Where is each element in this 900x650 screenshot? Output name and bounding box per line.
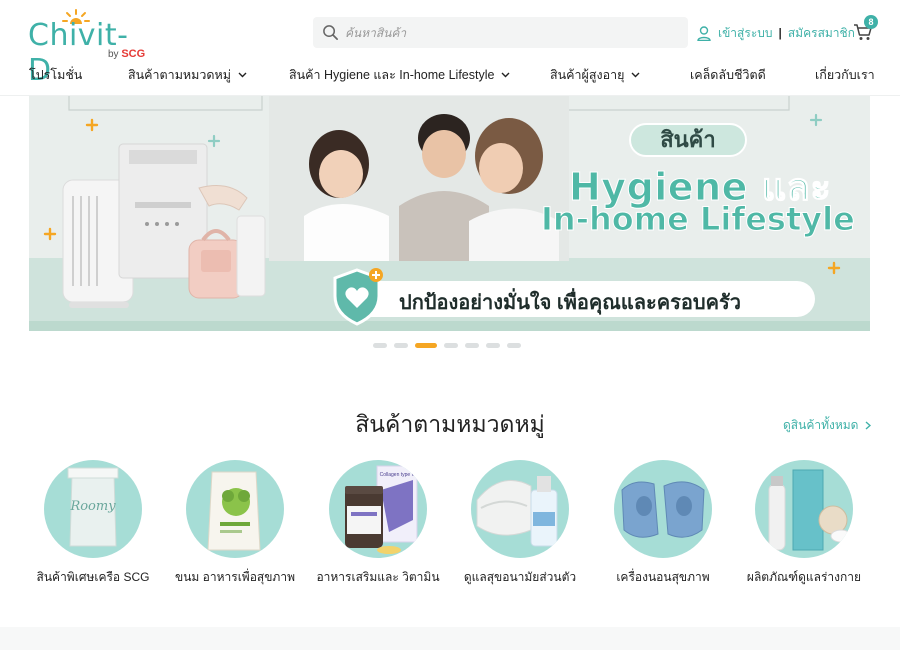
user-icon[interactable] [697,25,711,41]
chevron-down-icon [238,72,247,78]
search-bar [313,17,688,48]
category-label: สินค้าพิเศษเครือ SCG [36,570,150,584]
category-image: Roomy [44,460,142,558]
footer-band [0,627,900,650]
logo-byline: by SCG [108,48,145,60]
family-photo [269,96,569,261]
cart-count-badge: 8 [864,15,878,29]
nav-label: สินค้าตามหมวดหมู่ [128,68,232,82]
hero-banner[interactable]: สินค้า Hygiene และ In-home Lifestyle ปกป… [29,96,870,331]
carousel-dots [373,343,521,349]
humidifier-image [188,185,266,299]
chivit-d-logo[interactable]: Chivit-D by SCG [28,8,148,88]
category-image [614,460,712,558]
category-image [186,460,284,558]
chevron-down-icon [631,72,640,78]
nav-label: โปรโมชั่น [29,68,83,82]
nav-elderly[interactable]: สินค้าผู้สูงอายุ [550,65,640,85]
nav-about[interactable]: เกี่ยวกับเรา [815,65,875,85]
category-image [755,460,853,558]
nav-label: สินค้าผู้สูงอายุ [550,68,625,82]
site-header: Chivit-D by SCG เข้าสู่ระบบ | สมัครสมาชิ… [0,0,900,96]
carousel-dot[interactable] [444,343,458,348]
carousel-dot[interactable] [394,343,408,348]
logo-by: by [108,49,119,60]
account-links: เข้าสู่ระบบ | สมัครสมาชิก [697,23,855,43]
nav-promotions[interactable]: โปรโมชั่น [29,65,82,85]
category-scg-special[interactable]: Roomy สินค้าพิเศษเครือ SCG [23,458,163,588]
category-label: อาหารเสริมและ วิตามิน [316,570,440,584]
category-body-care[interactable]: ผลิตภัณฑ์ดูแลร่างกาย [734,458,874,588]
product-text: Collagen type II [380,472,415,478]
category-healthy-snacks[interactable]: ขนม อาหารเพื่อสุขภาพ [165,458,305,588]
main-nav: โปรโมชั่น สินค้าตามหมวดหมู่ สินค้า Hygie… [0,62,900,86]
shield-heart-icon [333,268,383,326]
see-all-link[interactable]: ดูสินค้าทั้งหมด [783,416,872,435]
category-image [471,460,569,558]
category-hygiene[interactable]: ดูแลสุขอนามัยส่วนตัว [450,458,590,588]
logo-company: SCG [121,48,146,60]
banner-title-line1: สินค้า [629,123,747,157]
search-input[interactable] [345,21,675,44]
category-label: ขนม อาหารเพื่อสุขภาพ [175,570,295,584]
account-separator: | [778,26,782,40]
product-text: Roomy [69,499,116,514]
chevron-right-icon [866,421,872,430]
nav-label: สินค้า Hygiene และ In-home Lifestyle [289,68,495,82]
nav-categories[interactable]: สินค้าตามหมวดหมู่ [128,65,247,85]
carousel-dot[interactable] [465,343,479,348]
nav-label: เกี่ยวกับเรา [815,68,875,82]
nav-label: เคล็ดลับชีวิตดี [690,68,766,82]
nav-tips[interactable]: เคล็ดลับชีวิตดี [690,65,766,85]
login-link[interactable]: เข้าสู่ระบบ [718,24,773,43]
carousel-dot[interactable] [486,343,500,348]
category-supplements[interactable]: Collagen type II อาหารเสริมและ วิตามิน [308,458,448,588]
see-all-label: ดูสินค้าทั้งหมด [783,418,859,432]
category-list: Roomy สินค้าพิเศษเครือ SCG ขนม อาหารเพื่… [0,458,900,588]
category-label: เครื่องนอนสุขภาพ [616,570,710,584]
chevron-down-icon [501,72,510,78]
banner-slogan: ปกป้องอย่างมั่นใจ เพื่อคุณและครอบครัว [399,292,741,314]
search-icon[interactable] [322,24,339,41]
category-image: Collagen type II [329,460,427,558]
nav-hygiene[interactable]: สินค้า Hygiene และ In-home Lifestyle [289,65,510,85]
category-label: ผลิตภัณฑ์ดูแลร่างกาย [746,570,862,584]
carousel-dot[interactable] [373,343,387,348]
carousel-dot[interactable] [507,343,521,348]
carousel-dot-active[interactable] [415,343,437,348]
category-label: ดูแลสุขอนามัยส่วนตัว [463,570,577,584]
categories-heading: สินค้าตามหมวดหมู่ [355,411,545,437]
category-bedding[interactable]: เครื่องนอนสุขภาพ [593,458,733,588]
banner-title-line3: In-home Lifestyle [541,200,856,239]
register-link[interactable]: สมัครสมาชิก [788,24,855,43]
